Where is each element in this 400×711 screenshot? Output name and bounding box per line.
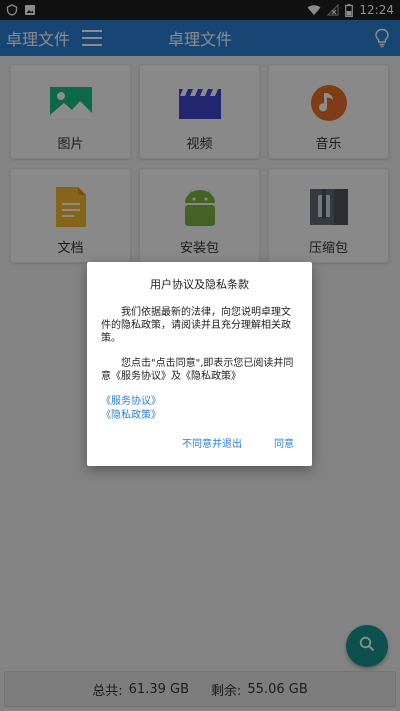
service-agreement-link[interactable]: 《服务协议》 [101,395,298,409]
decline-exit-button[interactable]: 不同意并退出 [182,435,242,450]
dialog-links: 《服务协议》 《隐私政策》 [101,395,298,423]
privacy-policy-link[interactable]: 《隐私政策》 [101,409,298,423]
dialog-paragraph-consent: 您点击"点击同意",即表示您已阅读并同意《服务协议》及《隐私政策》 [101,358,294,382]
dialog-paragraph-policy: 我们依据最新的法律，向您说明卓理文件的隐私政策，请阅读并且充分理解相关政策。 [101,307,291,344]
dialog-title: 用户协议及隐私条款 [150,278,249,291]
privacy-dialog: 用户协议及隐私条款 我们依据最新的法律，向您说明卓理文件的隐私政策，请阅读并且充… [87,262,312,466]
agree-button[interactable]: 同意 [274,435,294,450]
dialog-actions: 不同意并退出 同意 [182,435,294,450]
